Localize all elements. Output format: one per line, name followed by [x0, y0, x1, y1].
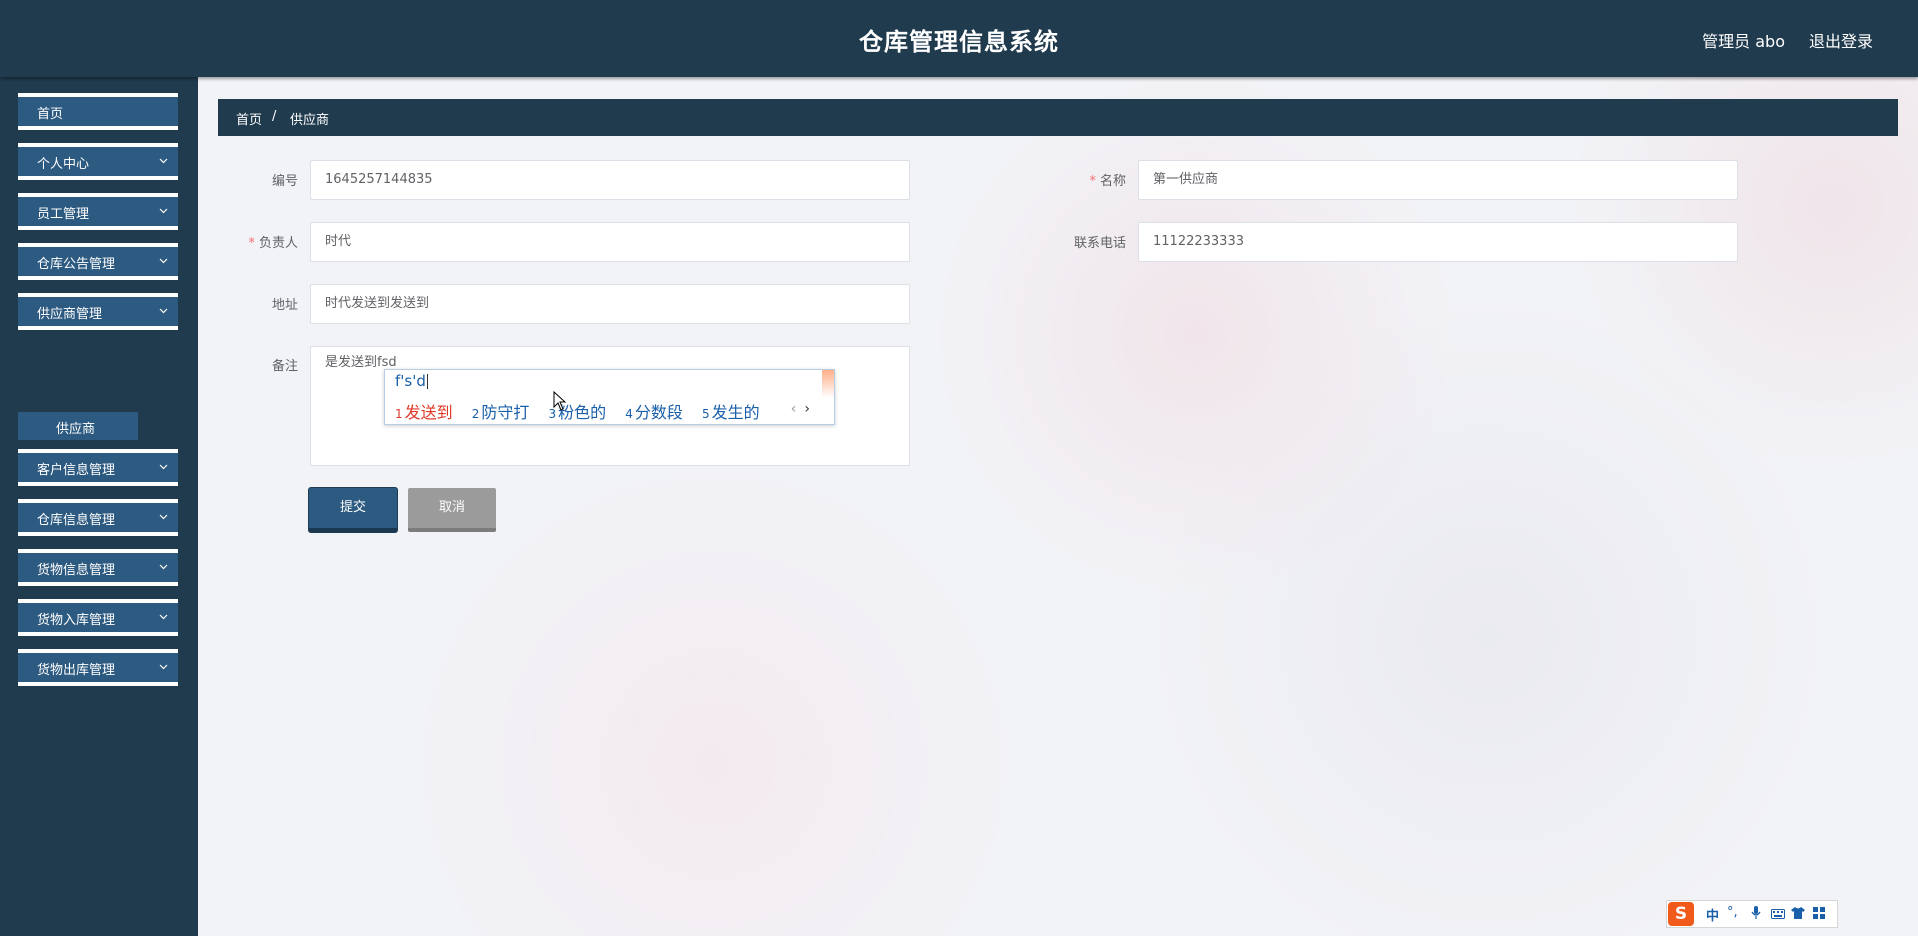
name-field[interactable]: 第一供应商 — [1138, 160, 1738, 200]
chevron-down-icon — [159, 512, 168, 521]
sidebar-item-notice[interactable]: 仓库公告管理 — [18, 243, 178, 280]
sidebar-item-label: 仓库信息管理 — [37, 513, 116, 528]
breadcrumb: 首页 / 供应商 — [218, 99, 1898, 136]
ime-candidate-num: 5 — [702, 407, 710, 421]
ime-candidate-text: 防守打 — [481, 403, 530, 422]
app-title: 仓库管理信息系统 — [859, 28, 1059, 56]
mouse-cursor-icon — [553, 391, 567, 411]
skin-shirt-icon[interactable] — [1791, 907, 1805, 923]
manager-field[interactable]: 时代 — [310, 222, 910, 262]
required-mark: * — [248, 236, 255, 251]
phone-field[interactable]: 11122233333 — [1138, 222, 1738, 262]
sidebar: 首页 个人中心 员工管理 仓库公告管理 供应商管理 供应商 客户信息管理 仓库信… — [0, 77, 198, 936]
breadcrumb-home[interactable]: 首页 — [236, 109, 262, 128]
ime-candidate-1[interactable]: 1 发送到 — [395, 399, 453, 423]
ime-corner-decoration — [822, 370, 834, 398]
sidebar-item-inbound[interactable]: 货物入库管理 — [18, 599, 178, 636]
code-label: 编号 — [198, 170, 298, 189]
address-label-text: 地址 — [271, 298, 298, 313]
name-label-text: 名称 — [1099, 174, 1126, 189]
sidebar-item-outbound[interactable]: 货物出库管理 — [18, 649, 178, 686]
sidebar-item-goods[interactable]: 货物信息管理 — [18, 549, 178, 586]
chevron-down-icon — [159, 156, 168, 165]
submit-button[interactable]: 提交 — [309, 488, 397, 532]
sidebar-item-label: 客户信息管理 — [37, 463, 116, 478]
cancel-button[interactable]: 取消 — [408, 488, 496, 532]
sidebar-subitem-supplier[interactable]: 供应商 — [18, 412, 138, 440]
top-header-bar: 仓库管理信息系统 管理员 abo 退出登录 — [0, 0, 1918, 77]
sogou-logo-icon[interactable]: S — [1668, 902, 1694, 926]
sidebar-item-label: 员工管理 — [37, 207, 90, 222]
code-field[interactable]: 1645257144835 — [310, 160, 910, 200]
logout-link[interactable]: 退出登录 — [1809, 28, 1873, 52]
sidebar-item-label: 货物出库管理 — [37, 663, 116, 678]
sidebar-item-personal-center[interactable]: 个人中心 — [18, 143, 178, 180]
ime-candidate-4[interactable]: 4 分数段 — [625, 399, 683, 423]
address-field[interactable]: 时代发送到发送到 — [310, 284, 910, 324]
chevron-down-icon — [159, 462, 168, 471]
remark-label-text: 备注 — [271, 359, 298, 374]
main-content: 首页 / 供应商 编号 1645257144835 * 名称 第一供应商 * 负责人… — [198, 77, 1918, 936]
ime-candidate-text: 发送到 — [404, 403, 453, 422]
name-label: * 名称 — [1026, 170, 1126, 189]
sidebar-item-label: 仓库公告管理 — [37, 257, 116, 272]
ime-mode-toggle[interactable]: 中 — [1706, 905, 1719, 924]
ime-next-page-icon[interactable]: › — [804, 401, 810, 417]
ime-status-bar: S 中 °, — [1666, 900, 1838, 928]
sidebar-item-label: 货物入库管理 — [37, 613, 116, 628]
chevron-down-icon — [159, 612, 168, 621]
sidebar-item-label: 个人中心 — [37, 157, 90, 172]
sidebar-item-employee[interactable]: 员工管理 — [18, 193, 178, 230]
chevron-down-icon — [159, 256, 168, 265]
toolbox-grid-icon[interactable] — [1813, 907, 1825, 923]
sidebar-item-supplier[interactable]: 供应商管理 — [18, 293, 178, 330]
manager-label-text: 负责人 — [258, 236, 298, 251]
ime-candidate-5[interactable]: 5 发生的 — [702, 399, 760, 423]
phone-label-text: 联系电话 — [1073, 236, 1126, 251]
ime-page-nav: ‹ › — [791, 401, 810, 417]
sidebar-subitem-label: 供应商 — [56, 422, 96, 437]
ime-candidate-2[interactable]: 2 防守打 — [472, 399, 530, 423]
ime-candidate-num: 4 — [625, 407, 633, 421]
ime-candidate-num: 1 — [395, 407, 403, 421]
sidebar-item-home[interactable]: 首页 — [18, 93, 178, 130]
chevron-down-icon — [159, 306, 168, 315]
ime-composition-text: f's'd — [395, 372, 426, 390]
address-label: 地址 — [198, 294, 298, 313]
required-mark: * — [1089, 174, 1096, 189]
ime-prev-page-icon[interactable]: ‹ — [791, 401, 797, 417]
remark-label: 备注 — [198, 355, 298, 374]
ime-composition: f's'd — [395, 372, 428, 390]
manager-label: * 负责人 — [198, 232, 298, 251]
sidebar-item-label: 货物信息管理 — [37, 563, 116, 578]
ime-candidate-num: 2 — [471, 407, 480, 421]
text-caret — [426, 374, 428, 389]
chevron-down-icon — [159, 562, 168, 571]
breadcrumb-current: 供应商 — [290, 113, 330, 128]
ime-candidate-popup: f's'd 1 发送到 2 防守打 3 粉色的 4 分数段 5 发生的 ‹ › — [384, 369, 835, 425]
microphone-icon[interactable] — [1751, 906, 1761, 924]
current-user-label: 管理员 abo — [1702, 32, 1785, 51]
phone-label: 联系电话 — [1026, 232, 1126, 251]
breadcrumb-separator: / — [272, 109, 277, 124]
chevron-down-icon — [159, 206, 168, 215]
keyboard-icon[interactable] — [1771, 908, 1785, 923]
ime-candidate-text: 分数段 — [634, 403, 683, 422]
ime-punctuation-toggle[interactable]: °, — [1727, 905, 1738, 920]
sidebar-item-label: 首页 — [37, 107, 64, 122]
code-label-text: 编号 — [271, 174, 298, 189]
sidebar-item-customer[interactable]: 客户信息管理 — [18, 449, 178, 486]
chevron-down-icon — [159, 662, 168, 671]
ime-candidates: 1 发送到 2 防守打 3 粉色的 4 分数段 5 发生的 — [395, 399, 774, 423]
sidebar-item-warehouse[interactable]: 仓库信息管理 — [18, 499, 178, 536]
sidebar-item-label: 供应商管理 — [37, 307, 103, 322]
ime-candidate-text: 发生的 — [711, 403, 760, 422]
